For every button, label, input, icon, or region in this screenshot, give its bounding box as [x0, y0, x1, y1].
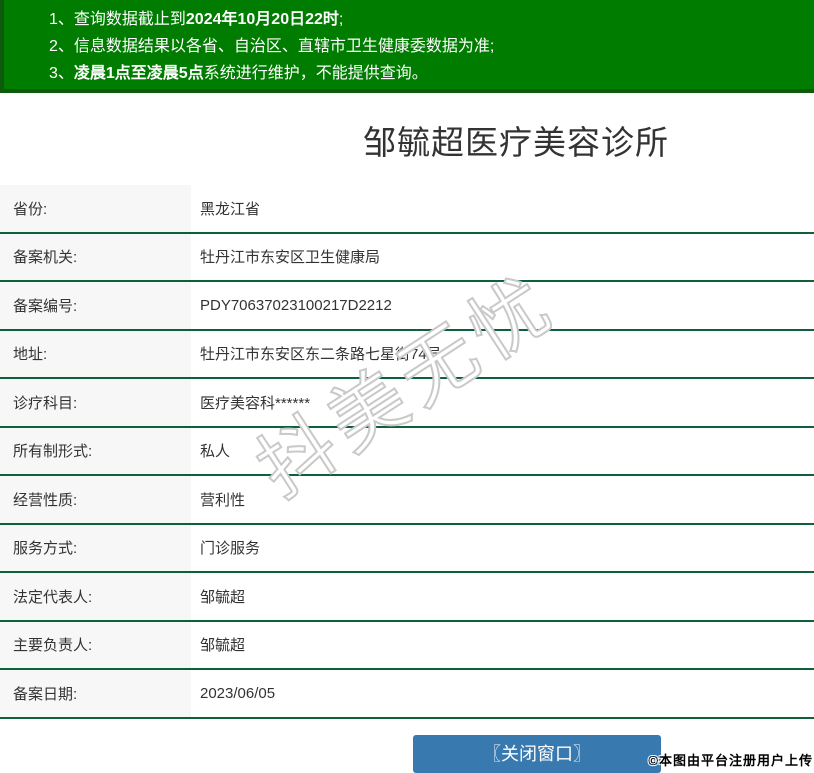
field-value: PDY70637023100217D2212 [200, 296, 392, 314]
field-label: 所有制形式: [0, 427, 191, 475]
table-row: 诊疗科目: 医疗美容科****** [0, 379, 814, 428]
upload-attribution-watermark: ©本图由平台注册用户上传 [648, 753, 813, 768]
notice-line: 3、凌晨1点至凌晨5点系统进行维护，不能提供查询。 [49, 60, 814, 87]
notice-text: 系统进行维护，不能提供查询。 [203, 65, 428, 82]
field-value: 牡丹江市东安区东二条路七星街74号 [200, 346, 442, 364]
notice-list: 1、查询数据截止到2024年10月20日22时; 2、信息数据结果以各省、自治区、… [49, 6, 814, 87]
close-window-button[interactable]: 〖关闭窗口〗 [413, 734, 661, 773]
table-row: 服务方式: 门诊服务 [0, 524, 814, 574]
field-label: 主要负责人: [0, 621, 191, 669]
field-value: 牡丹江市东安区卫生健康局 [200, 249, 381, 267]
table-row: 所有制形式: 私人 [0, 427, 814, 477]
table-row: 备案编号: PDY70637023100217D2212 [0, 282, 814, 331]
field-value: 2023/06/05 [200, 684, 276, 702]
table-row: 备案日期: 2023/06/05 [0, 670, 814, 719]
notice-text: 3、 [49, 65, 74, 82]
field-value: 门诊服务 [200, 540, 261, 558]
notice-line: 2、信息数据结果以各省、自治区、直辖市卫生健康委数据为准; [49, 33, 814, 60]
field-label: 地址: [0, 330, 191, 378]
notice-text-bold: 2024年10月20日22时 [185, 11, 339, 28]
table-row: 法定代表人: 邹毓超 [0, 573, 814, 622]
notice-text-bold: 凌晨1点至凌晨5点 [73, 65, 204, 82]
record-table: 省份: 黑龙江省 备案机关: 牡丹江市东安区卫生健康局 备案编号: PDY706… [0, 185, 814, 719]
field-label: 诊疗科目: [0, 379, 191, 426]
notice-text: ; [338, 11, 344, 28]
notice-line: 1、查询数据截止到2024年10月20日22时; [49, 6, 814, 33]
field-label: 服务方式: [0, 524, 191, 572]
field-label: 经营性质: [0, 476, 191, 523]
field-value: 黑龙江省 [200, 200, 261, 218]
field-label: 省份: [0, 185, 191, 232]
notice-text: 1、查询数据截止到 [49, 11, 186, 28]
field-value: 营利性 [200, 491, 246, 509]
table-row: 经营性质: 营利性 [0, 476, 814, 525]
table-row: 地址: 牡丹江市东安区东二条路七星街74号 [0, 330, 814, 380]
notice-text: 2、信息数据结果以各省、自治区、直辖市卫生健康委数据为准; [49, 38, 495, 55]
field-label: 备案日期: [0, 670, 191, 717]
table-row: 省份: 黑龙江省 [0, 185, 814, 234]
field-label: 备案机关: [0, 233, 191, 281]
record-rows: 省份: 黑龙江省 备案机关: 牡丹江市东安区卫生健康局 备案编号: PDY706… [0, 185, 814, 719]
field-value: 邹毓超 [200, 637, 246, 655]
page-title: 邹毓超医疗美容诊所 [363, 124, 669, 161]
table-row: 主要负责人: 邹毓超 [0, 621, 814, 671]
field-value: 私人 [200, 443, 231, 461]
notice-banner: 1、查询数据截止到2024年10月20日22时; 2、信息数据结果以各省、自治区、… [0, 0, 814, 93]
field-label: 备案编号: [0, 282, 191, 329]
field-value: 邹毓超 [200, 588, 246, 606]
field-label: 法定代表人: [0, 573, 191, 620]
field-value: 医疗美容科****** [200, 394, 311, 412]
table-row: 备案机关: 牡丹江市东安区卫生健康局 [0, 233, 814, 283]
